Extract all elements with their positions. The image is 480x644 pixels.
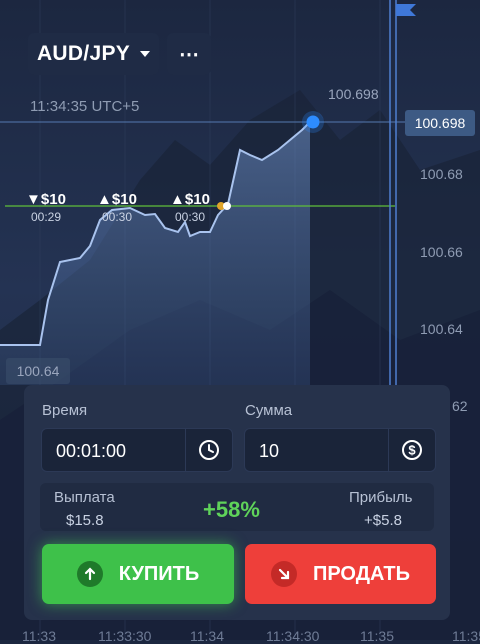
price-area: [0, 122, 310, 385]
amount-label: Сумма: [245, 402, 293, 419]
arrow-up-icon: [76, 561, 103, 587]
bet-point-marker: [223, 202, 231, 210]
server-time: 11:34:35 UTC+5: [30, 98, 140, 115]
expiration-flag-icon: [396, 4, 416, 16]
profit-label: Прибыль: [349, 489, 413, 506]
bet-time: 00:30: [101, 210, 133, 224]
arrow-down-right-icon: [270, 561, 297, 587]
amount-input[interactable]: [257, 429, 381, 473]
bet-marker[interactable]: ▼$10 00:29: [24, 191, 68, 224]
y-axis-label: 100.68: [420, 166, 463, 182]
arrow-up-icon: ▲: [170, 191, 185, 208]
y-axis-label: 100.64: [420, 321, 463, 337]
current-price-label: 100.698: [328, 86, 379, 102]
clock-icon[interactable]: [185, 429, 232, 471]
x-axis-label: 11:34:30: [266, 628, 320, 644]
svg-text:$: $: [408, 443, 416, 458]
x-axis-label: 11:33:30: [98, 628, 152, 644]
bet-time: 00:29: [30, 210, 62, 224]
arrow-up-icon: ▲: [97, 191, 112, 208]
more-icon: ⋯: [179, 43, 199, 66]
buy-label: КУПИТЬ: [118, 562, 200, 585]
time-field[interactable]: [41, 428, 233, 473]
arrow-down-icon: ▼: [26, 191, 41, 208]
current-price-tag: 100.698: [405, 110, 475, 136]
x-axis-label: 11:34: [190, 628, 224, 644]
y-axis-label: 62: [452, 398, 468, 414]
bet-amount: $10: [40, 191, 66, 208]
payout-value: $15.8: [66, 512, 104, 529]
bet-marker[interactable]: ▲$10 00:30: [168, 191, 212, 224]
dollar-icon[interactable]: $: [388, 429, 435, 471]
bet-amount: $10: [111, 191, 137, 208]
sell-button[interactable]: ПРОДАТЬ: [245, 544, 436, 604]
asset-label: AUD/JPY: [36, 42, 131, 65]
buy-button[interactable]: КУПИТЬ: [42, 544, 234, 604]
y-axis-label: 100.66: [420, 244, 463, 260]
profit-percent: +58%: [203, 497, 260, 522]
amount-field[interactable]: $: [244, 428, 436, 473]
bet-amount: $10: [184, 191, 210, 208]
time-label: Время: [42, 402, 88, 419]
asset-selector-button[interactable]: AUD/JPY: [28, 33, 159, 75]
sell-label: ПРОДАТЬ: [312, 562, 411, 585]
min-price-label: 100.64: [6, 358, 70, 384]
payout-label: Выплата: [54, 489, 115, 506]
x-axis-label: 11:35: [452, 628, 480, 644]
x-axis-label: 11:35: [360, 628, 394, 644]
time-input[interactable]: [54, 429, 178, 473]
x-axis-label: 11:33: [22, 628, 56, 644]
profit-value: +$5.8: [364, 512, 402, 529]
bet-time: 00:30: [174, 210, 206, 224]
bet-marker[interactable]: ▲$10 00:30: [95, 191, 139, 224]
chevron-down-icon: [140, 51, 151, 57]
more-options-button[interactable]: ⋯: [167, 33, 211, 75]
